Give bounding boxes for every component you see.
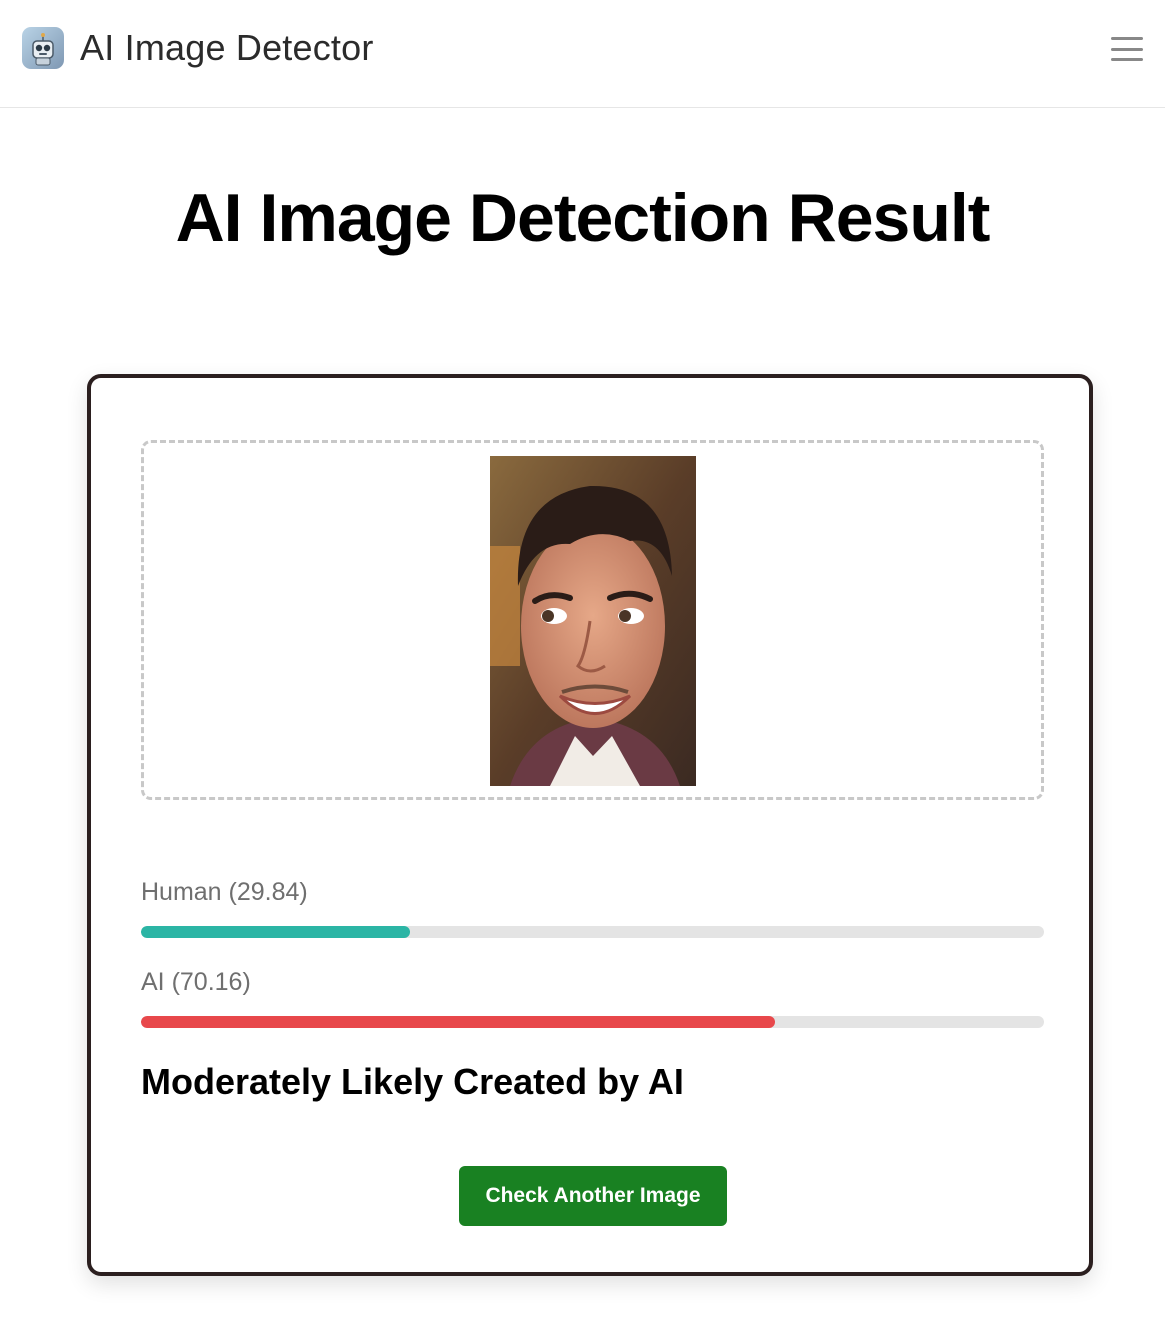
image-preview-area	[141, 440, 1044, 800]
menu-line	[1111, 37, 1143, 40]
human-score-label: Human (29.84)	[141, 876, 308, 908]
robot-icon[interactable]	[22, 27, 64, 69]
ai-score-fill	[141, 1016, 775, 1028]
verdict-text: Moderately Likely Created by AI	[141, 1061, 684, 1102]
result-card: Human (29.84) AI (70.16) Moderately Like…	[87, 374, 1093, 1276]
human-score-bar	[141, 926, 1044, 938]
uploaded-photo	[490, 456, 696, 786]
top-bar: AI Image Detector	[0, 0, 1165, 108]
menu-line	[1111, 47, 1143, 51]
ai-label-text: AI	[141, 968, 165, 996]
check-another-image-button[interactable]: Check Another Image	[459, 1166, 727, 1226]
page-title: AI Image Detection Result	[175, 180, 991, 256]
human-label-text: Human	[141, 878, 222, 906]
ai-score-bar	[141, 1016, 1044, 1028]
human-score-fill	[141, 926, 411, 938]
app-name[interactable]: AI Image Detector	[80, 26, 374, 70]
ai-score-label: AI (70.16)	[141, 966, 251, 998]
human-score-value: (29.84)	[228, 878, 308, 906]
hamburger-menu-icon[interactable]	[1106, 34, 1148, 64]
ai-score-value: (70.16)	[171, 968, 251, 996]
menu-line	[1111, 58, 1143, 61]
